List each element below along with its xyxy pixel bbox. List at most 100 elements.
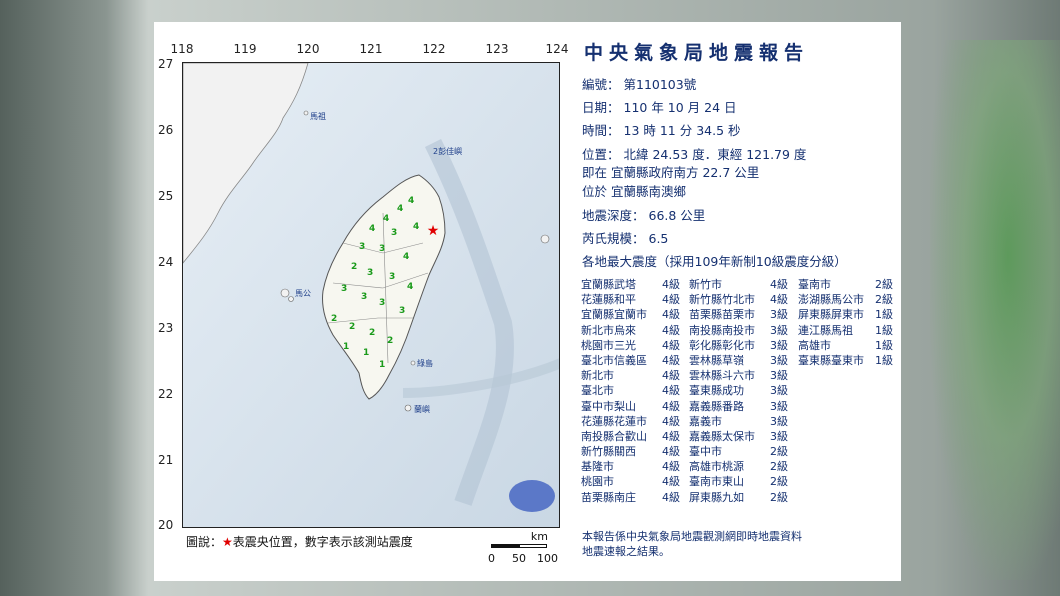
islet — [540, 234, 550, 244]
intensity-level: 3級 — [770, 308, 788, 322]
intensity-row: 臺中市梨山 4級 — [581, 398, 689, 413]
intensity-level: 4級 — [662, 338, 680, 352]
intensity-level: 4級 — [662, 490, 680, 504]
intensity-row: 新竹縣關西 4級 — [581, 443, 689, 458]
intensity-location: 嘉義縣番路 — [689, 399, 744, 413]
intensity-row: 臺東縣成功 3級 — [689, 382, 797, 397]
lon-tick: 120 — [296, 42, 320, 56]
intensity-level: 1級 — [875, 338, 893, 352]
lon-tick: 118 — [170, 42, 194, 56]
intensity-level: 1級 — [875, 308, 893, 322]
label-matsu: 馬祖 — [310, 111, 326, 121]
intensity-row: 屏東縣九如 2級 — [689, 489, 797, 504]
intensity-row: 宜蘭縣武塔 4級 — [581, 276, 689, 291]
legend-text: 表震央位置，數字表示該測站震度 — [232, 535, 413, 549]
intensity-col-1: 宜蘭縣武塔 4級 花蓮縣和平 4級 宜蘭縣宜蘭市 4級 新北市烏來 4級 桃園市三光 4級 臺北市信… — [581, 276, 689, 504]
intensity-row: 臺東縣臺東市 1級 — [798, 352, 902, 367]
report-title: 中央氣象局地震報告 — [584, 42, 810, 64]
intensity-level: 2級 — [770, 475, 788, 489]
svg-text:2: 2 — [369, 328, 375, 338]
report-location-line2: 位於 宜蘭縣南澳鄉 — [582, 184, 686, 199]
intensity-level: 3級 — [770, 369, 788, 383]
lat-tick: 27 — [158, 57, 174, 71]
svg-text:4: 4 — [408, 196, 414, 206]
intensity-location: 嘉義縣太保市 — [689, 429, 755, 443]
intensity-location: 南投縣合歡山 — [581, 429, 647, 443]
scale-50: 50 — [512, 552, 526, 565]
svg-text:3: 3 — [391, 228, 397, 238]
intensity-location: 花蓮縣花蓮市 — [581, 414, 647, 428]
svg-text:4: 4 — [369, 224, 375, 234]
label-lanyu: 蘭嶼 — [414, 404, 430, 414]
intensity-location: 臺北市信義區 — [581, 353, 647, 367]
intensity-location: 苗栗縣南庄 — [581, 490, 636, 504]
intensity-location: 澎湖縣馬公市 — [798, 293, 864, 307]
intensity-row: 屏東縣屏東市 1級 — [798, 306, 902, 321]
intensity-level: 3級 — [770, 399, 788, 413]
intensity-location: 新北市烏來 — [581, 323, 636, 337]
intensity-level: 2級 — [875, 293, 893, 307]
intensity-row: 新北市 4級 — [581, 367, 689, 382]
intensity-location: 高雄市桃源 — [689, 460, 744, 474]
scale-bar: km 0 50 100 — [488, 530, 558, 570]
intensity-location: 屏東縣屏東市 — [798, 308, 864, 322]
scale-100: 100 — [537, 552, 558, 565]
intensity-row: 臺中市 2級 — [689, 443, 797, 458]
intensity-location: 臺東縣成功 — [689, 384, 744, 398]
svg-text:4: 4 — [403, 252, 409, 262]
intensity-level: 4級 — [662, 399, 680, 413]
footer-line-1: 本報告係中央氣象局地震觀測網即時地震資料 — [582, 530, 802, 543]
intensity-level: 3級 — [770, 384, 788, 398]
intensity-row: 宜蘭縣宜蘭市 4級 — [581, 306, 689, 321]
intensity-level: 3級 — [770, 414, 788, 428]
intensity-row: 彰化縣彰化市 3級 — [689, 337, 797, 352]
scale-bar-segment — [519, 544, 547, 548]
intensity-row: 桃園市 4級 — [581, 473, 689, 488]
svg-text:1: 1 — [379, 360, 385, 370]
report-number: 編號： 第110103號 — [582, 77, 697, 92]
svg-text:3: 3 — [389, 272, 395, 282]
lat-tick: 23 — [158, 321, 174, 335]
lon-tick: 123 — [485, 42, 509, 56]
intensity-row: 花蓮縣花蓮市 4級 — [581, 413, 689, 428]
intensity-row: 臺北市 4級 — [581, 382, 689, 397]
intensity-location: 屏東縣九如 — [689, 490, 744, 504]
earthquake-report-card: 118 119 120 121 122 123 124 27 26 25 24 … — [154, 22, 901, 581]
svg-text:1: 1 — [343, 342, 349, 352]
intensity-level: 4級 — [662, 278, 680, 291]
intensity-row: 臺南市東山 2級 — [689, 473, 797, 488]
intensity-row: 臺南市 2級 — [798, 276, 902, 291]
map-svg: 馬祖 2彭佳嶼 馬公 綠島 蘭嶼 444 4 34 3 34 23 3 433 … — [183, 63, 559, 527]
svg-text:3: 3 — [379, 298, 385, 308]
intensity-level: 4級 — [662, 293, 680, 307]
lon-tick: 122 — [422, 42, 446, 56]
lat-tick: 20 — [158, 518, 174, 532]
intensity-row: 嘉義市 3級 — [689, 413, 797, 428]
epicenter-star: ★ — [427, 223, 440, 239]
intensity-location: 南投縣南投市 — [689, 323, 755, 337]
footer-line-2: 地震速報之結果。 — [582, 545, 670, 558]
lat-tick: 21 — [158, 453, 174, 467]
svg-text:3: 3 — [367, 268, 373, 278]
intensity-location: 苗栗縣苗栗市 — [689, 308, 755, 322]
lon-tick: 119 — [233, 42, 257, 56]
intensity-row: 新竹縣竹北市 4級 — [689, 291, 797, 306]
svg-text:2: 2 — [349, 322, 355, 332]
intensity-row: 苗栗縣苗栗市 3級 — [689, 306, 797, 321]
intensity-level: 3級 — [770, 353, 788, 367]
intensity-level: 2級 — [875, 278, 893, 291]
intensity-location: 基隆市 — [581, 460, 614, 474]
intensity-level: 4級 — [662, 429, 680, 443]
intensity-level: 4級 — [662, 445, 680, 459]
intensity-row: 桃園市三光 4級 — [581, 337, 689, 352]
intensity-row: 臺北市信義區 4級 — [581, 352, 689, 367]
intensity-row: 花蓮縣和平 4級 — [581, 291, 689, 306]
map-legend: 圖說：★表震央位置，數字表示該測站震度 — [186, 533, 413, 550]
intensity-heading: 各地最大震度（採用109年新制10級震度分級） — [582, 254, 847, 269]
intensity-level: 4級 — [662, 460, 680, 474]
penghu-island — [288, 296, 294, 302]
intensity-level: 3級 — [770, 323, 788, 337]
svg-text:2: 2 — [351, 262, 357, 272]
svg-text:2: 2 — [331, 314, 337, 324]
svg-text:3: 3 — [361, 292, 367, 302]
